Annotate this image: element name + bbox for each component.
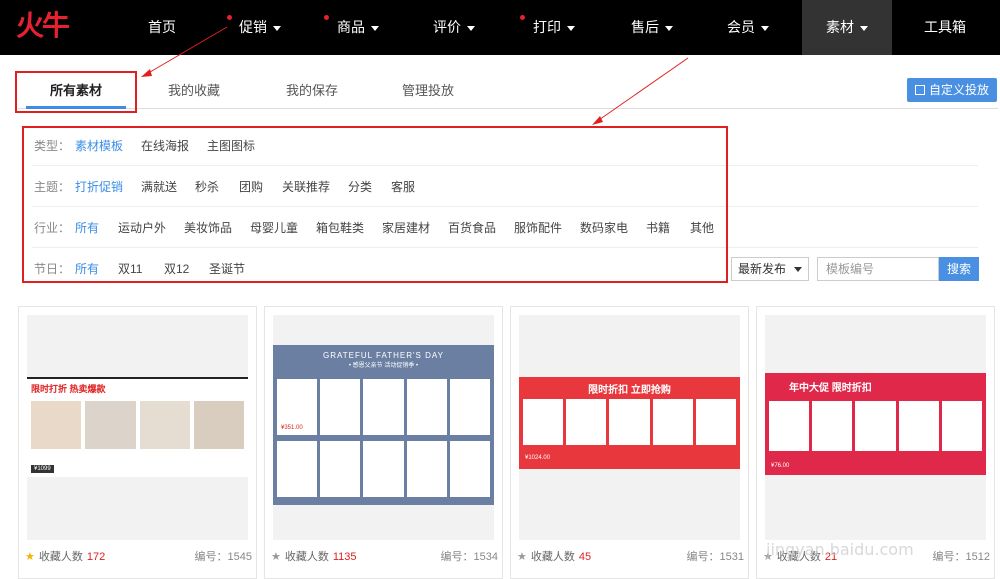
template-thumbnail[interactable]: 年中大促 限时折扣 ¥76.00 [765, 315, 986, 540]
chevron-down-icon [794, 267, 802, 272]
highlight-box [22, 126, 728, 283]
template-card[interactable]: GRATEFUL FATHER'S DAY • 感恩父亲节 活动促销季 • ¥3… [264, 306, 503, 579]
chevron-down-icon [860, 25, 868, 31]
star-icon[interactable]: ★ [271, 551, 281, 563]
product-images [769, 401, 983, 451]
chevron-down-icon [567, 25, 575, 31]
card-footer: ★ 收藏人数 1135 编号：1534 [271, 551, 498, 563]
star-icon[interactable]: ★ [517, 551, 527, 563]
chevron-down-icon [761, 25, 769, 31]
nav-item-member[interactable]: 会员 [718, 0, 778, 55]
nav-item-home[interactable]: 首页 [130, 0, 194, 55]
nav-item-aftersale[interactable]: 售后 [622, 0, 682, 55]
banner-preview: 限时打折 热卖爆款 ¥1099 [27, 377, 248, 477]
template-thumbnail[interactable]: 限时打折 热卖爆款 ¥1099 [27, 315, 248, 540]
template-code-search-input[interactable]: 模板编号 [817, 257, 939, 281]
banner-preview: GRATEFUL FATHER'S DAY • 感恩父亲节 活动促销季 • ¥3… [273, 345, 494, 505]
star-icon[interactable]: ★ [25, 551, 35, 563]
tab-my-favorites[interactable]: 我的收藏 [144, 73, 244, 109]
product-images [277, 379, 491, 435]
template-card[interactable]: 年中大促 限时折扣 ¥76.00 ★ 收藏人数 21 编号：1512 [756, 306, 995, 579]
template-thumbnail[interactable]: GRATEFUL FATHER'S DAY • 感恩父亲节 活动促销季 • ¥3… [273, 315, 494, 540]
material-tabs: 所有素材 我的收藏 我的保存 管理投放 [18, 73, 998, 109]
top-nav-bar: 火牛 首页 促销 商品 评价 打印 售后 会员 素材 工具箱 [0, 0, 1000, 55]
banner-preview: 年中大促 限时折扣 ¥76.00 [765, 373, 986, 475]
chevron-down-icon [665, 25, 673, 31]
template-card[interactable]: 限时打折 热卖爆款 ¥1099 ★ 收藏人数 172 编号：1545 [18, 306, 257, 579]
nav-item-reviews[interactable]: 评价 [424, 0, 484, 55]
edit-icon [914, 85, 925, 95]
nav-item-promotion[interactable]: 促销 [230, 0, 290, 55]
nav-item-goods[interactable]: 商品 [328, 0, 388, 55]
chevron-down-icon [467, 25, 475, 31]
tab-my-saved[interactable]: 我的保存 [262, 73, 362, 109]
chevron-down-icon [273, 25, 281, 31]
card-footer: ★ 收藏人数 45 编号：1531 [517, 551, 744, 563]
product-images [523, 399, 737, 445]
search-button[interactable]: 搜索 [939, 257, 979, 281]
sort-select[interactable]: 最新发布 [731, 257, 809, 281]
product-images [31, 401, 244, 449]
tab-manage-placement[interactable]: 管理投放 [378, 73, 478, 109]
logo[interactable]: 火牛 [16, 10, 82, 42]
nav-item-material[interactable]: 素材 [802, 0, 892, 55]
product-images [277, 441, 491, 497]
custom-placement-button[interactable]: 自定义投放 [907, 78, 997, 102]
watermark: jingyan.baidu.com [766, 540, 914, 559]
banner-preview: 限时折扣 立即抢购 ¥1024.00 [519, 377, 740, 469]
nav-item-toolbox[interactable]: 工具箱 [910, 0, 980, 55]
card-footer: ★ 收藏人数 172 编号：1545 [25, 551, 252, 563]
template-thumbnail[interactable]: 限时折扣 立即抢购 ¥1024.00 [519, 315, 740, 540]
template-card[interactable]: 限时折扣 立即抢购 ¥1024.00 ★ 收藏人数 45 编号：1531 [510, 306, 749, 579]
highlight-box [15, 71, 137, 113]
chevron-down-icon [371, 25, 379, 31]
nav-item-print[interactable]: 打印 [524, 0, 584, 55]
arrowhead [592, 116, 603, 125]
